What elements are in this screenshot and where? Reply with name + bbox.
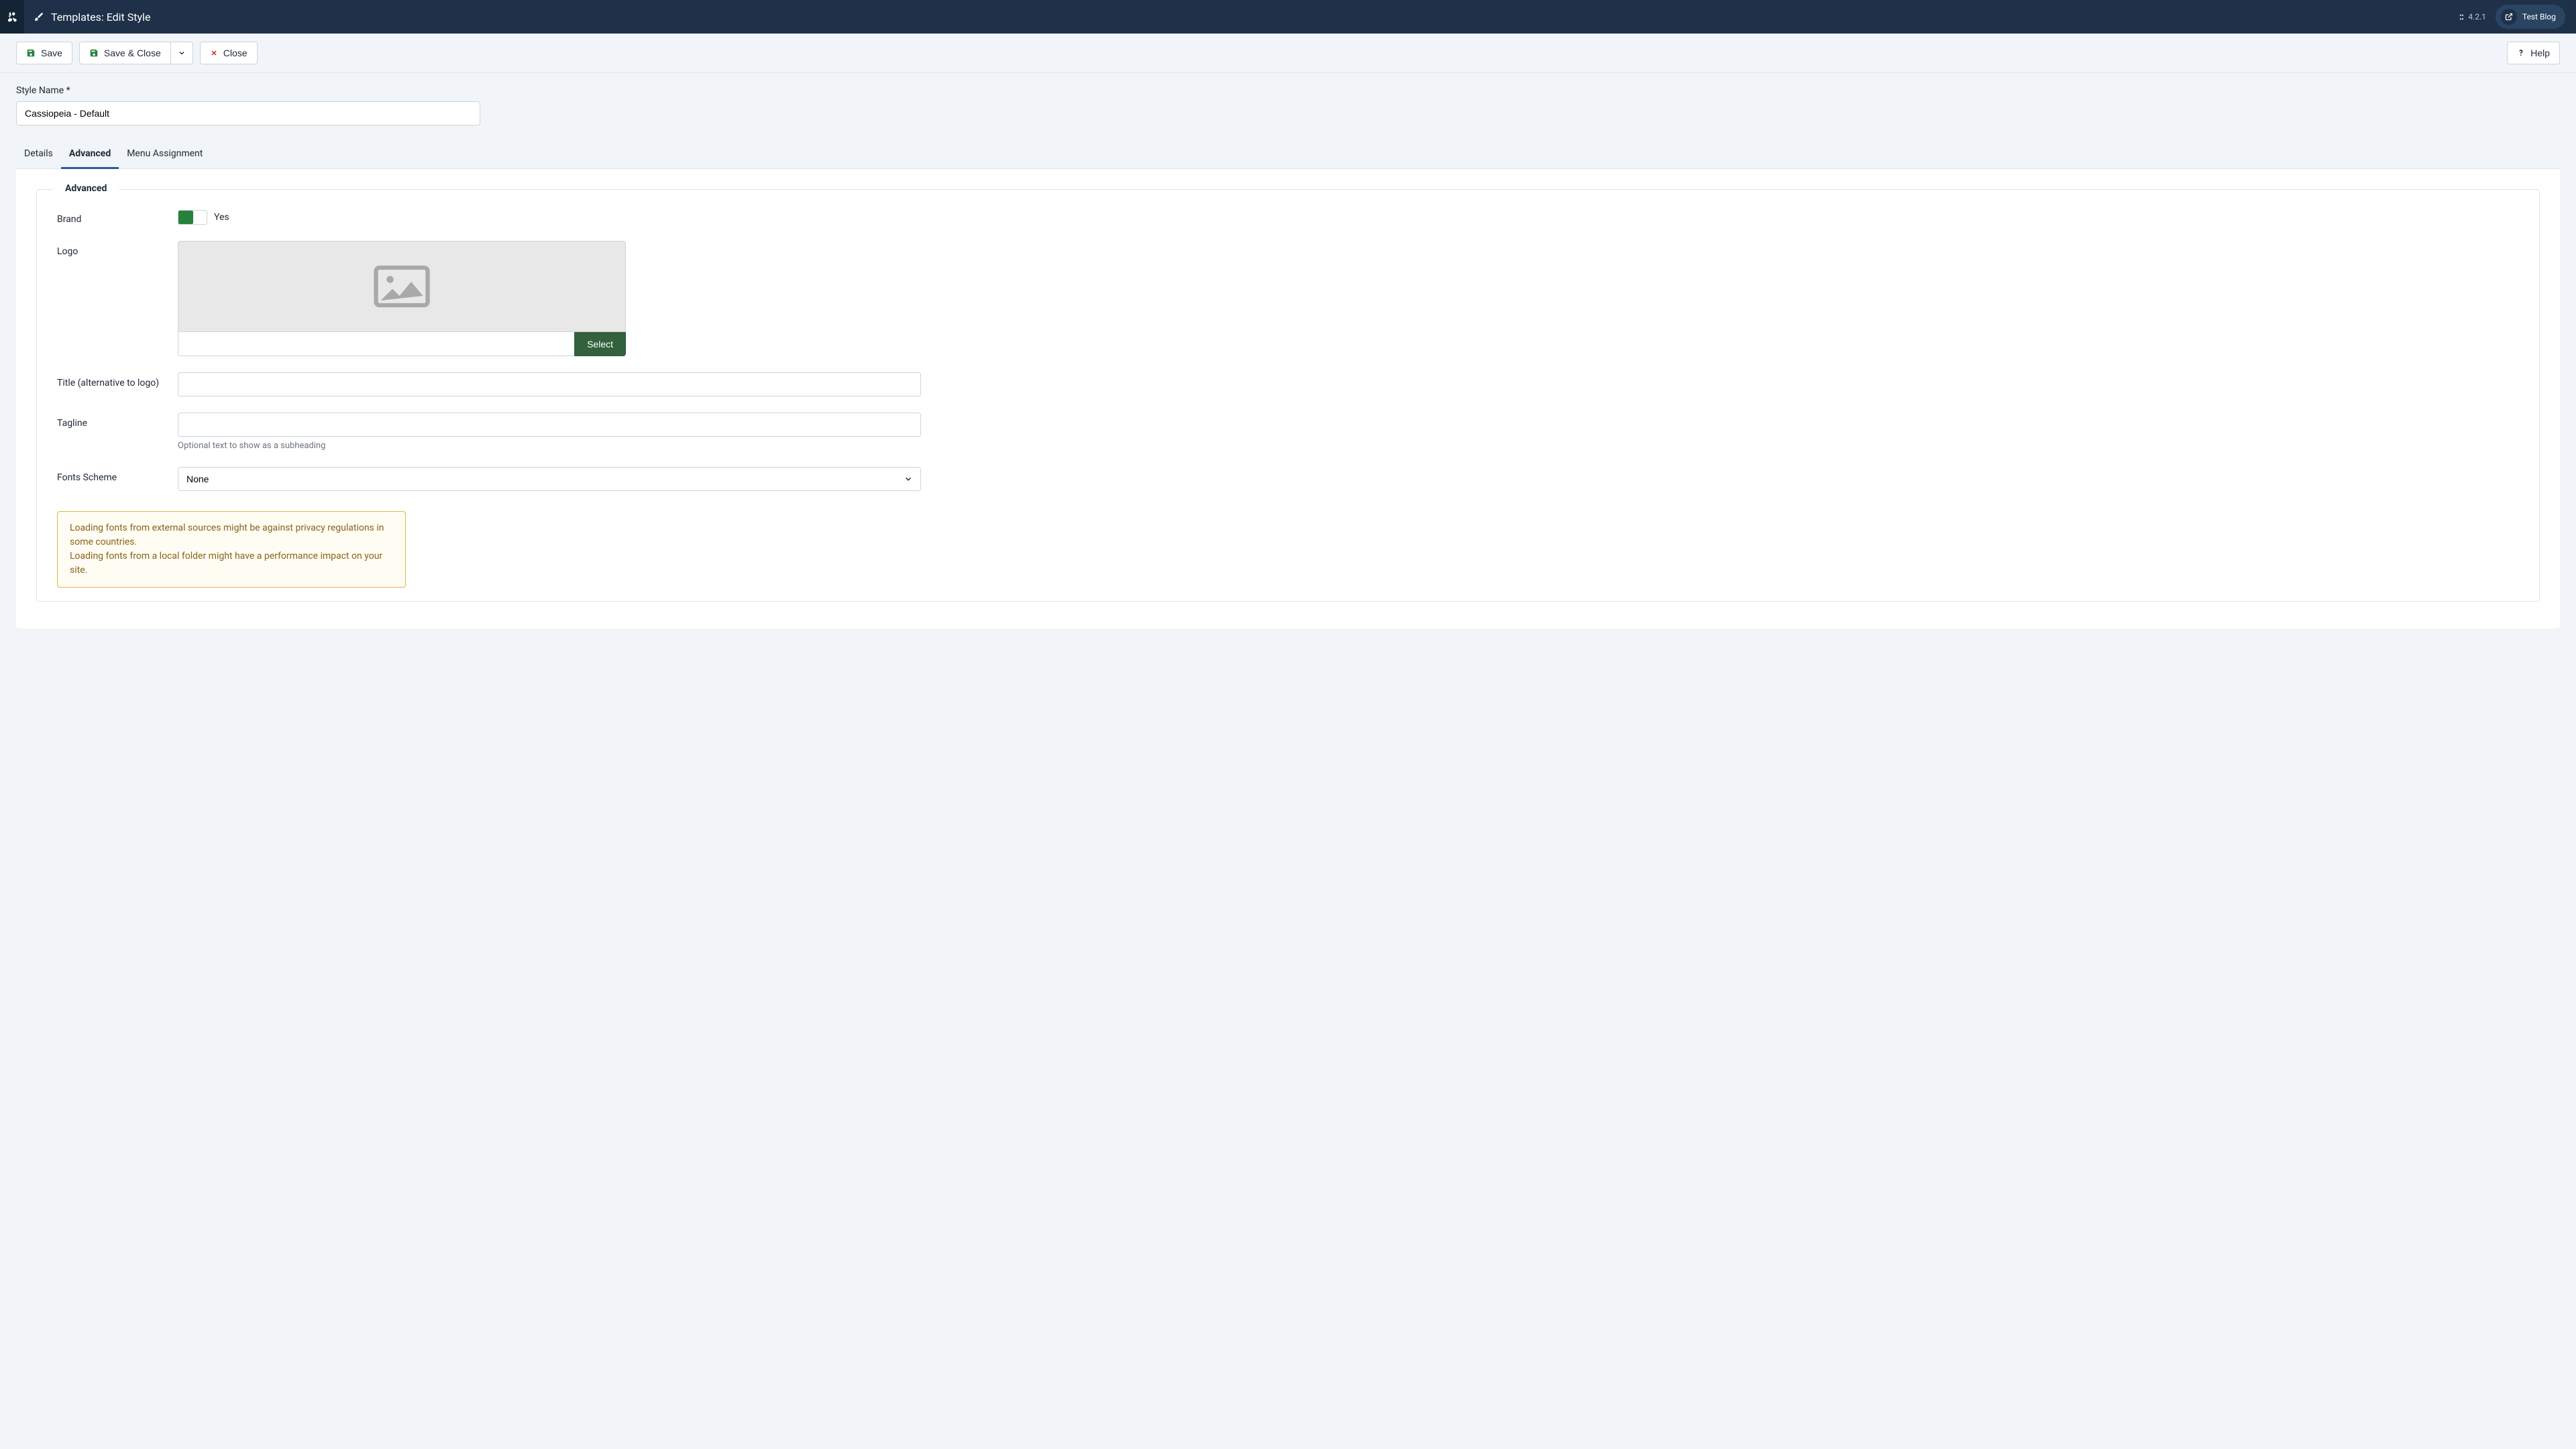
brush-icon (34, 11, 44, 22)
logo-row: Logo Select (57, 241, 2519, 356)
tagline-input[interactable] (178, 413, 921, 437)
tagline-row: Tagline Optional text to show as a subhe… (57, 413, 2519, 451)
help-button[interactable]: Help (2507, 42, 2560, 64)
save-icon (26, 48, 36, 58)
brand-value: Yes (214, 212, 229, 223)
fieldset-legend: Advanced (53, 183, 119, 194)
toggle-knob (178, 211, 193, 224)
close-button[interactable]: Close (200, 42, 258, 64)
tab-menu-assignment[interactable]: Menu Assignment (119, 142, 211, 168)
title-row: Title (alternative to logo) (57, 372, 2519, 396)
version-indicator: 4.2.1 (2458, 12, 2486, 21)
brand-label: Brand (57, 209, 178, 225)
select-logo-button[interactable]: Select (574, 332, 626, 356)
fonts-scheme-select[interactable]: None (178, 467, 921, 491)
external-link-icon (2505, 13, 2513, 21)
advanced-panel: Advanced Brand Yes Logo (16, 169, 2560, 629)
chevron-down-icon (178, 49, 186, 57)
save-close-button[interactable]: Save & Close (79, 42, 171, 64)
image-placeholder-icon (374, 265, 430, 308)
page-title-area: Templates: Edit Style (24, 11, 150, 23)
version-text: 4.2.1 (2468, 12, 2486, 21)
brand-toggle[interactable] (178, 210, 207, 225)
logo-preview (178, 241, 626, 332)
site-name: Test Blog (2522, 12, 2556, 21)
save-icon (89, 48, 99, 58)
fonts-warning: Loading fonts from external sources migh… (57, 511, 406, 588)
warning-line-2: Loading fonts from a local folder might … (70, 549, 393, 578)
warning-line-1: Loading fonts from external sources migh… (70, 521, 393, 549)
page-title: Templates: Edit Style (51, 11, 150, 23)
style-name-label: Style Name * (16, 85, 2560, 96)
joomla-small-icon (2458, 13, 2465, 21)
fonts-scheme-label: Fonts Scheme (57, 467, 178, 483)
title-label: Title (alternative to logo) (57, 372, 178, 388)
fonts-scheme-row: Fonts Scheme None (57, 467, 2519, 491)
joomla-logo[interactable] (0, 0, 24, 34)
tagline-label: Tagline (57, 413, 178, 429)
title-input[interactable] (178, 372, 921, 396)
app-header: Templates: Edit Style 4.2.1 Test Blog (0, 0, 2576, 34)
logo-label: Logo (57, 241, 178, 257)
save-close-dropdown[interactable] (171, 42, 193, 64)
brand-row: Brand Yes (57, 209, 2519, 225)
toolbar: Save Save & Close Close Help (0, 34, 2576, 73)
style-name-input[interactable] (16, 101, 480, 125)
tabs: Details Advanced Menu Assignment (16, 142, 2560, 169)
tagline-helper: Optional text to show as a subheading (178, 441, 921, 451)
help-icon (2517, 48, 2525, 58)
save-button[interactable]: Save (16, 42, 72, 64)
close-icon (210, 49, 218, 57)
style-name-section: Style Name * (0, 73, 2576, 125)
view-site-button[interactable]: Test Blog (2496, 5, 2565, 29)
advanced-fieldset: Advanced Brand Yes Logo (36, 189, 2540, 602)
save-close-group: Save & Close (79, 42, 193, 64)
tab-details[interactable]: Details (16, 142, 61, 168)
tab-advanced[interactable]: Advanced (61, 142, 119, 169)
joomla-icon (6, 11, 18, 23)
logo-path-input[interactable] (178, 332, 574, 356)
